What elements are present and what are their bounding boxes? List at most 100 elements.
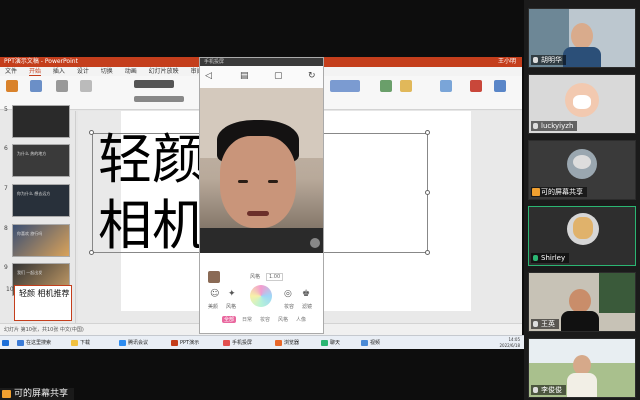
slide-thumbnail-selected[interactable]: 10 轻颜 相机推荐: [6, 285, 72, 321]
paragraph-icon[interactable]: [330, 80, 360, 92]
mic-icon: [533, 387, 538, 393]
participant-name: Shirley: [541, 254, 566, 262]
participant-tile[interactable]: 可的屏幕共享: [528, 140, 636, 200]
mic-active-icon: [533, 255, 538, 261]
icon-label: 美颜: [208, 304, 219, 310]
taskbar-app[interactable]: 下载: [70, 338, 90, 348]
participant-name: 王英: [541, 320, 555, 328]
tab-insert[interactable]: 插入: [53, 68, 65, 75]
participant-tile[interactable]: luckyiyzh: [528, 74, 636, 134]
intensity-value[interactable]: 1.00: [266, 273, 284, 281]
slide-thumb-text: 你喜欢 旅行吗: [17, 231, 43, 236]
beauty-panel: 风格 1.00 ☺ ✦ ◎ ♚ 美颜 风格 妆容 滤镜 全部 日常 妆容 风格 …: [200, 253, 323, 333]
headphone-icon[interactable]: ◎: [284, 289, 292, 299]
tab-animations[interactable]: 动画: [125, 68, 137, 75]
options-icon[interactable]: [310, 238, 320, 248]
shapes-icon[interactable]: [380, 80, 392, 92]
participant-tile[interactable]: 王英: [528, 272, 636, 332]
slide-number: 5: [4, 106, 8, 113]
start-icon[interactable]: [2, 338, 10, 348]
slide-thumbnail[interactable]: 7 你为什么 想去远方: [4, 184, 70, 217]
filter-tabs: 全部 日常 妆容 风格 人像: [200, 316, 323, 326]
taskbar-app[interactable]: 浏览器: [274, 338, 299, 348]
slide-thumbnail[interactable]: 5: [4, 105, 70, 138]
slide-thumbnail-pane: 5 6 为什么 热的地方 7 你为什么 想去远方 8 你喜欢 旅行吗 9 我们 …: [0, 105, 76, 323]
dictate-icon[interactable]: [470, 80, 482, 92]
mic-icon: [533, 57, 538, 63]
sparkle-icon[interactable]: ✦: [228, 289, 236, 299]
find-icon[interactable]: [440, 80, 452, 92]
ppt-title: PPT演示文稿 - PowerPoint: [4, 58, 78, 65]
screen-share-label: 可的屏幕共享: [0, 388, 75, 400]
color-wheel-button[interactable]: [250, 285, 272, 307]
font-format-icon[interactable]: [134, 96, 184, 102]
shared-screen-area: PPT演示文稿 - PowerPoint 王小明 文件 开始 插入 设计 切换 …: [0, 0, 524, 400]
slide-number: 9: [4, 264, 8, 271]
taskbar-app[interactable]: 聊天: [320, 338, 340, 348]
slide-number: 6: [4, 145, 8, 152]
filter-thumbnail[interactable]: [208, 271, 220, 283]
tab-filter-portrait[interactable]: 人像: [296, 316, 306, 323]
slide-thumbnail[interactable]: 6 为什么 热的地方: [4, 144, 70, 177]
tab-filter-style[interactable]: 风格: [278, 316, 288, 323]
taskbar-app[interactable]: 手机投屏: [222, 338, 252, 348]
resize-handle[interactable]: [89, 250, 94, 255]
tab-filter-makeup[interactable]: 妆容: [260, 316, 270, 323]
camera-window-title: 手机投屏: [200, 58, 323, 66]
resize-handle[interactable]: [89, 130, 94, 135]
taskbar-app-label: 视频: [370, 340, 381, 346]
icon-label: 滤镜: [302, 304, 313, 310]
reset-icon[interactable]: [80, 80, 92, 92]
flip-camera-icon[interactable]: ↻: [308, 71, 316, 81]
arrange-icon[interactable]: [400, 80, 412, 92]
taskbar-app[interactable]: PPT演示: [170, 338, 199, 348]
participant-tile-speaking[interactable]: Shirley: [528, 206, 636, 266]
screen-share-icon: [532, 188, 540, 196]
mic-icon: [533, 321, 538, 327]
frame-icon[interactable]: ▢: [274, 71, 283, 81]
participant-name: 胡明华: [541, 56, 562, 64]
taskbar-app[interactable]: 腾讯会议: [118, 338, 148, 348]
flash-icon[interactable]: ▤: [240, 71, 249, 81]
participant-tile[interactable]: 李俊俊: [528, 338, 636, 398]
taskbar-app-label: 下载: [80, 340, 91, 346]
taskbar-clock[interactable]: 14:05 2022/6/18: [499, 337, 520, 349]
taskbar-app[interactable]: 在这里搜索: [16, 338, 51, 348]
tab-home[interactable]: 开始: [28, 68, 41, 76]
windows-taskbar: 在这里搜索 下载 腾讯会议 PPT演示 手机投屏 浏览器 聊天 视频 14:05…: [0, 335, 524, 349]
slide-thumb-text: 轻颜 相机推荐: [19, 289, 70, 298]
back-icon[interactable]: ◁: [205, 71, 212, 81]
participant-name: 可的屏幕共享: [541, 188, 583, 196]
taskbar-app-label: 聊天: [330, 340, 341, 346]
taskbar-app-label: 在这里搜索: [26, 340, 52, 346]
tab-file[interactable]: 文件: [5, 68, 17, 75]
face-icon[interactable]: ☺: [210, 289, 219, 299]
ppt-account[interactable]: 王小明: [498, 57, 516, 67]
clock-date: 2022/6/18: [499, 343, 520, 348]
slide-thumb-text: 我们 一起出发: [17, 270, 43, 275]
tab-transitions[interactable]: 切换: [101, 68, 113, 75]
tab-slideshow[interactable]: 幻灯片放映: [149, 68, 179, 75]
font-selector-icon[interactable]: [134, 80, 174, 88]
slide-number: 10: [6, 286, 14, 293]
tab-design[interactable]: 设计: [77, 68, 89, 75]
participant-name-tag: luckyiyzh: [531, 121, 578, 131]
screen-share-icon: [2, 390, 11, 398]
participant-name-tag: 可的屏幕共享: [531, 187, 587, 197]
slide-thumbnail[interactable]: 8 你喜欢 旅行吗: [4, 224, 70, 257]
taskbar-app-label: 手机投屏: [232, 340, 253, 346]
people-icon[interactable]: ♚: [302, 289, 310, 299]
taskbar-app[interactable]: 视频: [360, 338, 380, 348]
participant-tile[interactable]: 胡明华: [528, 8, 636, 68]
slide-thumb-text: 为什么 热的地方: [17, 151, 47, 156]
tab-filter-daily[interactable]: 日常: [242, 316, 252, 323]
new-slide-icon[interactable]: [30, 80, 42, 92]
designer-icon[interactable]: [494, 80, 506, 92]
camera-app-window: 手机投屏 ◁ ▤ ▢ ↻ 风格 1.00 ☺ ✦ ◎ ♚ 美颜 风格 妆容 滤镜…: [199, 57, 324, 334]
tab-filter-all[interactable]: 全部: [222, 316, 237, 323]
paste-icon[interactable]: [6, 80, 18, 92]
icon-label: 妆容: [284, 304, 295, 310]
participant-name-tag: 胡明华: [531, 55, 566, 65]
participant-name: luckyiyzh: [541, 122, 574, 130]
layout-icon[interactable]: [56, 80, 68, 92]
